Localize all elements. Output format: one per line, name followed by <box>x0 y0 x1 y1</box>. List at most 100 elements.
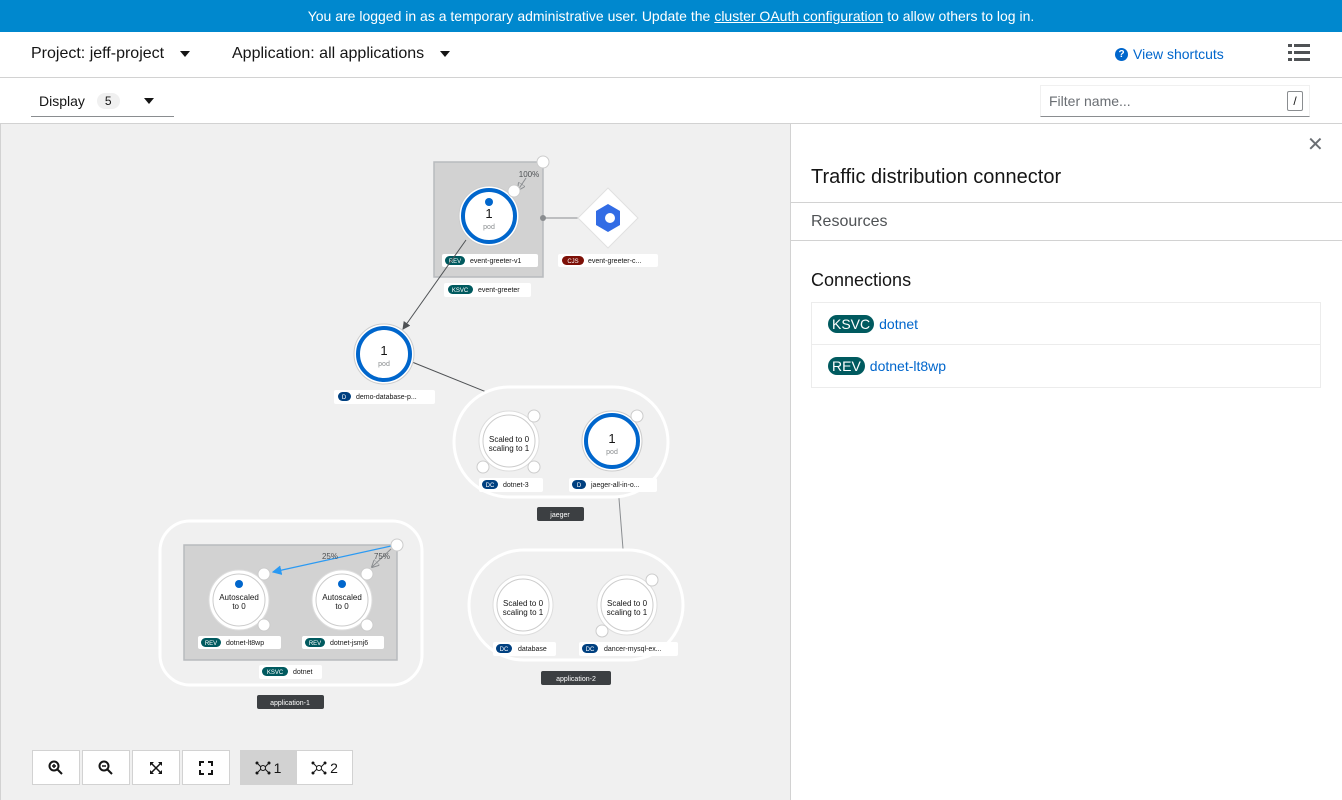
filter-name-input[interactable]: Filter name... / <box>1040 85 1310 117</box>
external-link-icon[interactable] <box>536 155 550 169</box>
close-icon[interactable]: ✕ <box>1307 132 1324 157</box>
autoscaled-text: Autoscaled <box>322 593 362 602</box>
external-link-icon[interactable] <box>645 573 659 587</box>
caret-down-icon <box>143 97 154 104</box>
traffic-percent-label: 25% <box>322 552 338 561</box>
fit-to-screen-button[interactable] <box>132 750 180 785</box>
pod-count: 1 <box>380 343 387 358</box>
autoscaled-text-2: to 0 <box>232 602 246 611</box>
display-options-dropdown[interactable]: Display 5 <box>31 85 174 117</box>
dc-badge: DC <box>486 483 495 489</box>
panel-title: Traffic distribution connector <box>811 166 1062 188</box>
tab-resources[interactable]: Resources <box>811 213 887 231</box>
event-greeter-service-group[interactable]: 100% 1 pod REV event-greeter-v1 KSVC eve… <box>433 155 550 297</box>
external-link-icon[interactable] <box>257 567 271 581</box>
view-shortcuts-label: View shortcuts <box>1133 46 1224 62</box>
knative-icon <box>338 580 346 588</box>
application-2-group[interactable]: Scaled to 0 scaling to 1 DC database Sca… <box>467 548 685 685</box>
rev-badge: REV <box>828 357 865 375</box>
question-circle-icon: ? <box>1115 47 1128 61</box>
cronjob-label: event-greeter-c... <box>588 258 641 265</box>
github-icon[interactable] <box>360 618 374 632</box>
cronjob-node[interactable]: CJS event-greeter-c... <box>540 187 658 267</box>
resource-link[interactable]: dotnet-lt8wp <box>870 358 946 374</box>
topology-graph[interactable]: 100% 1 pod REV event-greeter-v1 KSVC eve… <box>1 124 791 800</box>
pod-word: pod <box>378 361 390 368</box>
revision-label: dotnet-lt8wp <box>226 640 264 647</box>
fullscreen-icon <box>199 760 213 775</box>
connections-list: KSVC dotnet REV dotnet-lt8wp <box>811 302 1321 388</box>
hourglass-icon <box>595 624 609 638</box>
list-item: REV dotnet-lt8wp <box>812 345 1320 387</box>
external-link-icon[interactable] <box>630 409 644 423</box>
ksvc-label: dotnet <box>293 669 313 676</box>
d-badge: D <box>577 483 582 489</box>
traffic-percent-label: 75% <box>374 552 390 561</box>
caret-down-icon <box>440 51 451 57</box>
list-view-icon[interactable] <box>1288 44 1310 62</box>
jaeger-application-group[interactable]: Scaled to 0 scaling to 1 DC dotnet-3 1 p… <box>452 385 670 521</box>
oauth-config-link[interactable]: cluster OAuth configuration <box>714 8 883 24</box>
zoom-in-button[interactable] <box>32 750 80 785</box>
external-link-icon[interactable] <box>390 538 404 552</box>
external-link-icon[interactable] <box>527 409 541 423</box>
rev-badge: REV <box>309 641 321 647</box>
scaling-text: scaling to 1 <box>503 608 544 617</box>
external-link-icon[interactable] <box>360 567 374 581</box>
revision-label: dotnet-jsmj6 <box>330 640 368 647</box>
github-icon[interactable] <box>257 618 271 632</box>
banner-text-prefix: You are logged in as a temporary adminis… <box>307 8 711 24</box>
topology-canvas[interactable]: 100% 1 pod REV event-greeter-v1 KSVC eve… <box>0 124 790 800</box>
deploymentconfig-label: dancer-mysql-ex... <box>604 646 662 653</box>
scaled-text: Scaled to 0 <box>503 599 544 608</box>
demo-database-node[interactable]: 1 pod D demo-database-p... <box>334 323 435 404</box>
deployment-label: demo-database-p... <box>356 394 417 401</box>
ksvc-label: event-greeter <box>478 287 520 294</box>
project-dropdown[interactable]: Project: jeff-project <box>31 45 191 63</box>
dc-badge: DC <box>500 647 509 653</box>
topology-layout-icon <box>311 761 327 774</box>
revision-label: event-greeter-v1 <box>470 258 521 265</box>
zoom-out-icon <box>98 760 113 775</box>
reset-view-button[interactable] <box>182 750 230 785</box>
pod-count: 1 <box>485 206 492 221</box>
display-count-badge: 5 <box>96 92 120 109</box>
ksvc-badge: KSVC <box>452 288 469 294</box>
knative-icon <box>485 198 493 206</box>
deployment-label: jaeger-all-in-o... <box>590 482 640 489</box>
admin-banner: You are logged in as a temporary adminis… <box>0 0 1342 32</box>
view-shortcuts-link[interactable]: ? View shortcuts <box>1115 46 1224 62</box>
github-icon[interactable] <box>527 460 541 474</box>
application-dropdown[interactable]: Application: all applications <box>232 45 451 63</box>
layout-2-button[interactable]: 2 <box>296 750 353 785</box>
banner-text-suffix: to allow others to log in. <box>887 8 1035 24</box>
group-label: application-1 <box>270 700 310 707</box>
layout-1-label: 1 <box>273 759 282 776</box>
application-1-group[interactable]: 25% 75% Autoscaled to 0 REV dotnet-lt8wp… <box>158 519 424 709</box>
hourglass-icon <box>476 460 490 474</box>
filter-placeholder: Filter name... <box>1049 93 1131 109</box>
zoom-out-button[interactable] <box>82 750 130 785</box>
autoscaled-text-2: to 0 <box>335 602 349 611</box>
list-item: KSVC dotnet <box>812 303 1320 345</box>
ksvc-badge: KSVC <box>828 314 875 333</box>
pod-word: pod <box>606 449 618 456</box>
deploymentconfig-label: database <box>518 646 547 653</box>
traffic-percent-label: 100% <box>519 170 539 179</box>
scaled-text: Scaled to 0 <box>489 435 530 444</box>
external-link-icon[interactable] <box>507 184 521 198</box>
deploymentconfig-label: dotnet-3 <box>503 482 529 489</box>
filter-shortcut-key: / <box>1287 91 1303 111</box>
pod-word: pod <box>483 224 495 231</box>
layout-1-button[interactable]: 1 <box>240 750 296 785</box>
dc-badge: DC <box>586 647 595 653</box>
pod-count: 1 <box>608 431 615 446</box>
panel-tabs: Resources <box>791 202 1342 241</box>
resource-link[interactable]: dotnet <box>879 316 918 332</box>
autoscaled-text: Autoscaled <box>219 593 259 602</box>
project-label: Project: jeff-project <box>31 45 165 62</box>
scaling-text: scaling to 1 <box>489 444 530 453</box>
group-label: application-2 <box>556 676 596 683</box>
display-label: Display <box>39 92 85 109</box>
context-bar: Project: jeff-project Application: all a… <box>0 32 1342 78</box>
